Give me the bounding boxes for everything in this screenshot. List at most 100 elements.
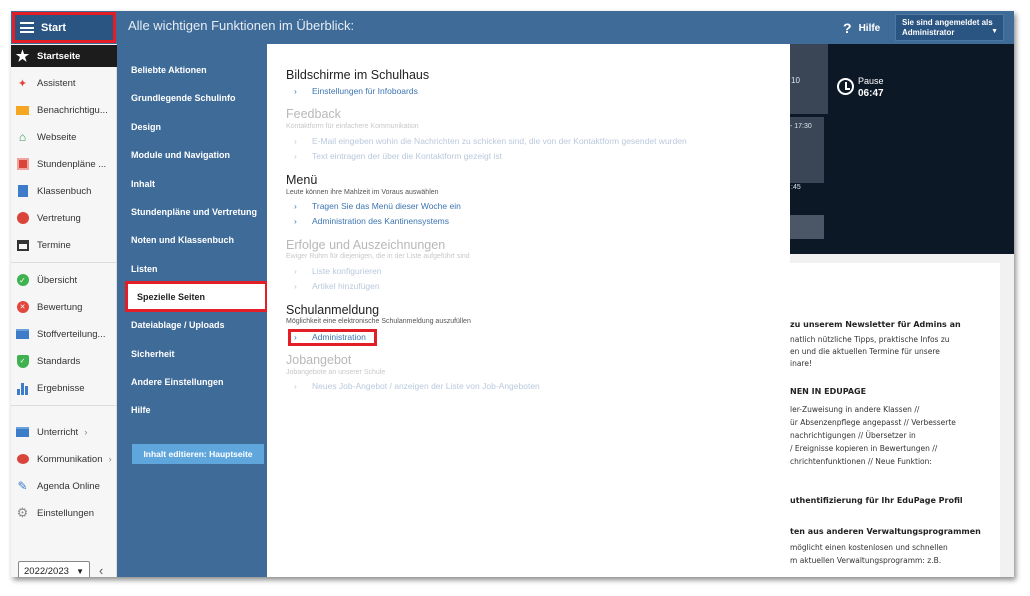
- menu-item-spezielle-seiten[interactable]: Spezielle Seiten: [125, 281, 268, 312]
- sidebar-item-uebersicht[interactable]: ✓ Übersicht: [11, 269, 117, 291]
- sidebar-item-label: Stundenpläne ...: [37, 158, 107, 170]
- news-line: ür Absenzenpflege angepasst // Verbesser…: [790, 418, 956, 427]
- section-description: Kontaktform für einfachere Kommunikation: [286, 123, 419, 130]
- news-line: ten aus anderen Verwaltungsprogrammen: [790, 527, 981, 536]
- menu-content-panel: Bildschirme im Schulhaus › Einstellungen …: [267, 44, 790, 577]
- link-feedback-email[interactable]: › E-Mail eingeben wohin die Nachrichten z…: [294, 136, 687, 146]
- news-line: NEN IN EDUPAGE: [790, 387, 867, 396]
- sidebar-item-unterricht[interactable]: Unterricht ›: [11, 421, 117, 443]
- menu-item-beliebte-aktionen[interactable]: Beliebte Aktionen: [131, 59, 265, 81]
- menu-item-stundenplaene-vertretung[interactable]: Stundenpläne und Vertretung: [131, 201, 265, 223]
- menu-item-design[interactable]: Design: [131, 116, 265, 138]
- news-line: möglicht einen kostenlosen und schnellen: [790, 543, 948, 552]
- menu-item-inhalt[interactable]: Inhalt: [131, 173, 265, 195]
- help-button[interactable]: ? Hilfe: [843, 20, 880, 36]
- school-year-select[interactable]: 2022/2023 ▼: [18, 561, 90, 577]
- chevron-right-icon: ›: [84, 426, 88, 438]
- news-card: zu unserem Newsletter für Admins an natl…: [790, 263, 1000, 577]
- link-label: Einstellungen für Infoboards: [312, 86, 418, 96]
- chevron-right-icon: ›: [294, 281, 297, 291]
- news-line: / Ereignisse kopieren in Bewertungen //: [790, 444, 938, 453]
- sidebar-item-standards[interactable]: ✓ Standards: [11, 350, 117, 372]
- link-menu-week[interactable]: › Tragen Sie das Menü dieser Woche ein: [294, 201, 461, 211]
- user-account-dropdown[interactable]: Sie sind angemeldet als Administrator ▼: [895, 14, 1004, 41]
- dashboard-button[interactable]: [790, 215, 824, 239]
- menu-item-sicherheit[interactable]: Sicherheit: [131, 343, 265, 365]
- sidebar-item-bewertung[interactable]: ✕ Bewertung: [11, 296, 117, 318]
- menu-item-andere-einstellungen[interactable]: Andere Einstellungen: [131, 371, 265, 393]
- section-title: Menü: [286, 173, 318, 187]
- link-configure-list[interactable]: › Liste konfigurieren: [294, 266, 381, 276]
- sidebar-item-einstellungen[interactable]: ⚙ Einstellungen: [11, 502, 117, 524]
- star-icon: ★: [15, 48, 30, 65]
- book-icon: [16, 185, 29, 198]
- sidebar-item-assistent[interactable]: ✦ Assistent: [11, 72, 117, 94]
- sidebar-item-label: Kommunikation: [37, 453, 103, 465]
- section-description: Möglichkeit eine elektronische Schulanme…: [286, 318, 471, 325]
- link-feedback-text[interactable]: › Text eintragen der über die Kontaktform…: [294, 151, 502, 161]
- sidebar-item-label: Klassenbuch: [37, 185, 92, 197]
- menu-item-noten-klassenbuch[interactable]: Noten und Klassenbuch: [131, 229, 265, 251]
- link-job-offers[interactable]: › Neues Job-Angebot / anzeigen der Liste …: [294, 381, 540, 391]
- menu-item-hilfe[interactable]: Hilfe: [131, 399, 265, 421]
- menu-item-dateiablage-uploads[interactable]: Dateiablage / Uploads: [131, 314, 265, 336]
- dashboard-time-fragment: - 17:30: [790, 123, 812, 130]
- news-line: zu unserem Newsletter für Admins an: [790, 320, 961, 329]
- link-add-article[interactable]: › Artikel hinzufügen: [294, 281, 380, 291]
- chevron-right-icon: ›: [294, 151, 297, 161]
- sidebar-item-klassenbuch[interactable]: Klassenbuch: [11, 180, 117, 202]
- section-title: Schulanmeldung: [286, 303, 380, 317]
- app-window: Start Alle wichtigen Funktionen im Überb…: [11, 11, 1014, 577]
- sidebar-item-termine[interactable]: Termine: [11, 234, 117, 256]
- link-infoboards-settings[interactable]: › Einstellungen für Infoboards: [294, 86, 418, 96]
- sidebar-item-agenda-online[interactable]: ✎ Agenda Online: [11, 475, 117, 497]
- hamburger-icon: [20, 22, 34, 33]
- substitution-icon: [16, 212, 29, 225]
- sidebar-item-label: Ergebnisse: [37, 382, 85, 394]
- sidebar-item-startseite[interactable]: ★ Startseite: [11, 45, 117, 67]
- menu-item-listen[interactable]: Listen: [131, 258, 265, 280]
- shield-check-icon: ✓: [16, 354, 29, 368]
- link-label: Tragen Sie das Menü dieser Woche ein: [312, 201, 461, 211]
- link-label: Administration des Kantinensystems: [312, 216, 450, 226]
- sidebar-divider: [11, 262, 117, 263]
- sidebar-item-kommunikation[interactable]: Kommunikation ›: [11, 448, 117, 470]
- login-user-name: Administrator: [902, 28, 955, 37]
- briefcase-icon: [16, 328, 29, 341]
- section-description: Leute können ihre Mahlzeit im Voraus aus…: [286, 189, 439, 196]
- collapse-sidebar-icon[interactable]: ‹: [99, 563, 103, 577]
- menu-item-module-navigation[interactable]: Module und Navigation: [131, 144, 265, 166]
- link-label: Artikel hinzufügen: [312, 281, 380, 291]
- news-line: m aktuellen Verwaltungsprogramm: z.B.: [790, 556, 942, 565]
- sidebar-item-stoffverteilung[interactable]: Stoffverteilung...: [11, 323, 117, 345]
- menu-title: Alle wichtigen Funktionen im Überblick:: [128, 18, 355, 33]
- sidebar-item-webseite[interactable]: ⌂ Webseite: [11, 126, 117, 148]
- link-label: E-Mail eingeben wohin die Nachrichten zu…: [312, 136, 687, 146]
- start-menu-button[interactable]: Start: [12, 12, 116, 43]
- rating-icon: ✕: [16, 301, 29, 314]
- section-title: Feedback: [286, 107, 341, 121]
- sidebar-item-benachrichtigungen[interactable]: Benachrichtigu...: [11, 99, 117, 121]
- calendar-icon: [16, 239, 29, 252]
- sidebar-item-label: Unterricht: [37, 426, 79, 438]
- section-title: Jobangebot: [286, 353, 352, 367]
- sidebar-item-label: Einstellungen: [37, 507, 95, 519]
- sidebar-item-label: Webseite: [37, 131, 77, 143]
- timetable-icon: [16, 158, 29, 171]
- sidebar-item-vertretung[interactable]: Vertretung: [11, 207, 117, 229]
- link-canteen-admin[interactable]: › Administration des Kantinensystems: [294, 216, 449, 226]
- sidebar-item-label: Termine: [37, 239, 71, 251]
- sidebar-item-ergebnisse[interactable]: Ergebnisse: [11, 377, 117, 399]
- sidebar-item-label: Assistent: [37, 77, 76, 89]
- house-icon: ⌂: [18, 130, 27, 144]
- sidebar-item-stundenplaene[interactable]: Stundenpläne ...: [11, 153, 117, 175]
- magic-wand-icon: ✦: [17, 77, 28, 90]
- edit-content-button[interactable]: Inhalt editieren: Hauptseite: [132, 444, 264, 464]
- chat-icon: [16, 453, 29, 466]
- sidebar-item-label: Vertretung: [37, 212, 81, 224]
- pen-icon: ✎: [17, 479, 28, 493]
- chevron-down-icon: ▼: [76, 566, 84, 576]
- link-label: Liste konfigurieren: [312, 266, 382, 276]
- highlight-box: [288, 329, 377, 346]
- menu-item-grundlegende-schulinfo[interactable]: Grundlegende Schulinfo: [131, 87, 265, 109]
